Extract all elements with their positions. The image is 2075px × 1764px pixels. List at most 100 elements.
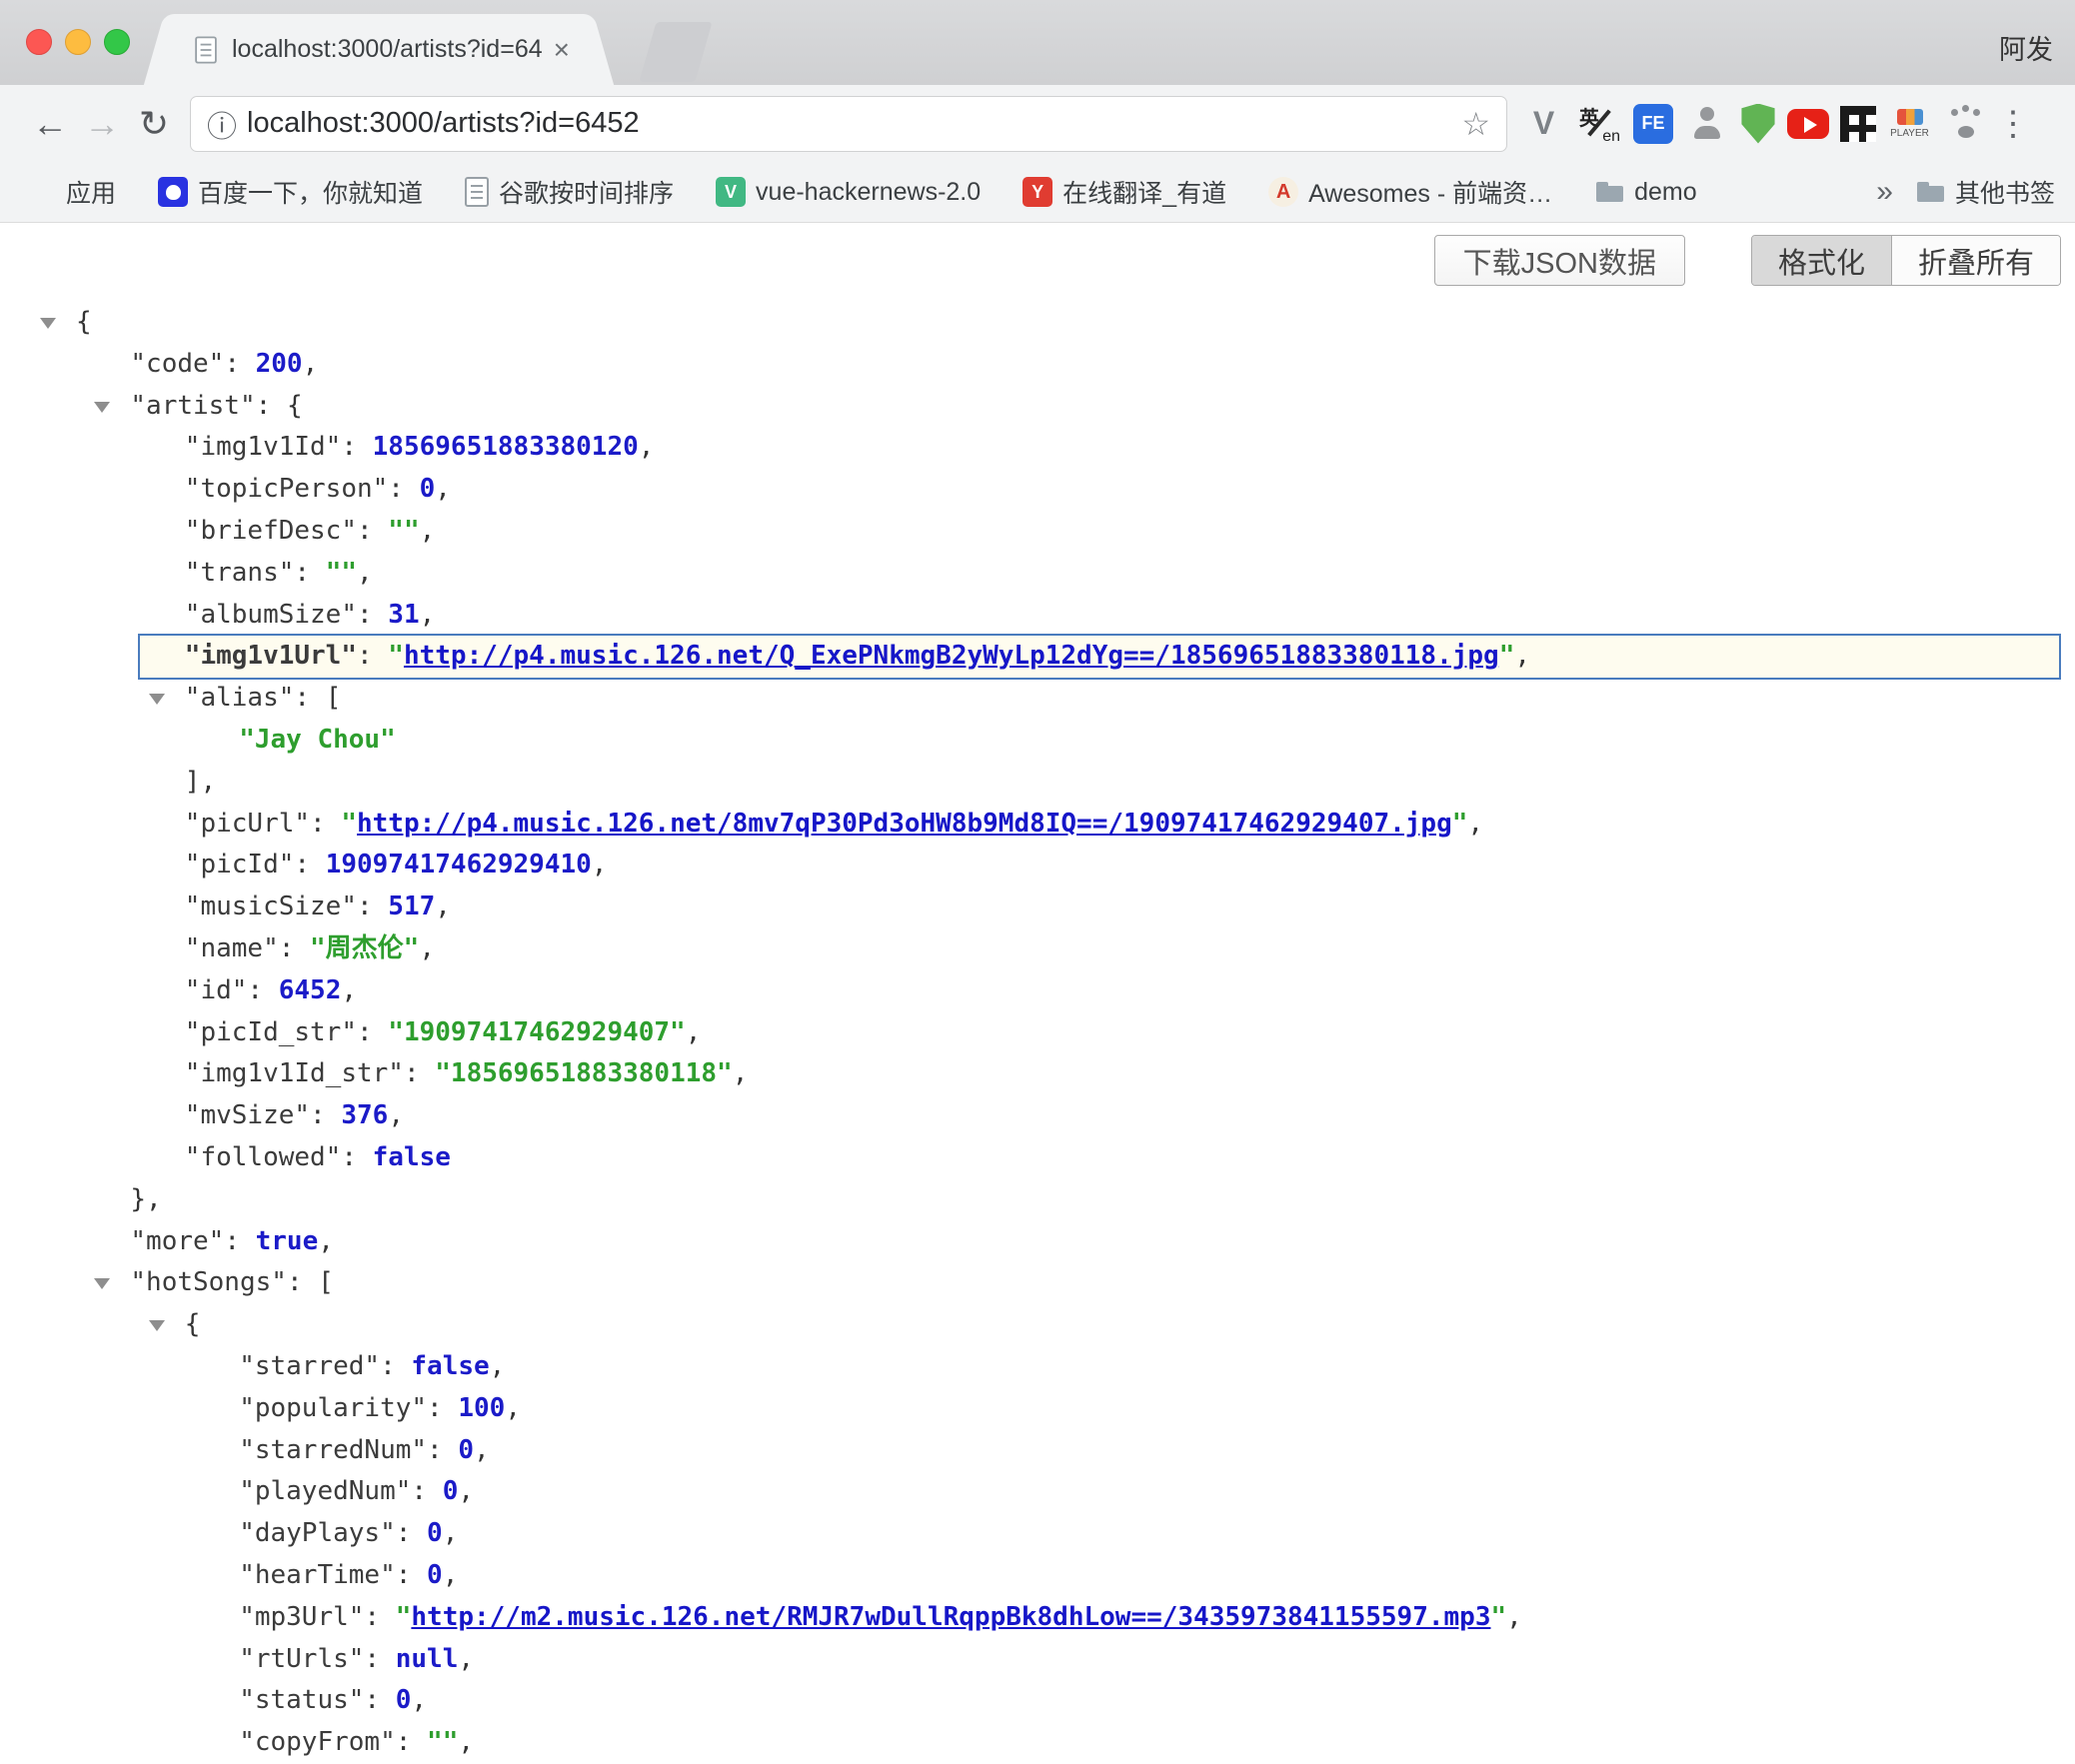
json-token: , (341, 975, 357, 1005)
json-token: , (411, 1685, 427, 1715)
fehelper-icon[interactable]: FE (1633, 104, 1673, 144)
close-window-button[interactable] (26, 29, 52, 55)
paw-icon[interactable] (1943, 101, 1988, 146)
json-token: , (474, 1435, 490, 1465)
tab-close-icon[interactable]: × (554, 34, 570, 66)
new-tab-button[interactable] (639, 22, 712, 82)
browser-toolbar: ← → ↻ ⓘ localhost:3000/artists?id=6452 ☆… (0, 85, 2075, 162)
json-token: : (396, 1560, 427, 1590)
baidu-favicon (158, 177, 188, 207)
download-json-button[interactable]: 下载JSON数据 (1434, 235, 1685, 286)
bookmark-label: Awesomes - 前端资… (1308, 174, 1552, 210)
format-button[interactable]: 格式化 (1752, 236, 1891, 285)
json-token: "code" (130, 349, 224, 379)
json-url-link[interactable]: http://m2.music.126.net/RMJR7wDullRqppBk… (411, 1602, 1490, 1632)
youtube-icon[interactable] (1787, 109, 1829, 139)
json-token: "mvSize" (185, 1100, 310, 1130)
json-token: "Jay Chou" (239, 725, 396, 755)
json-line: }, (0, 1179, 2075, 1221)
bookmark-label: demo (1634, 178, 1697, 207)
bookmark-item[interactable]: 应用 (26, 174, 116, 210)
json-line: "trans": "", (0, 553, 2075, 595)
json-token: , (443, 1518, 459, 1548)
qrcode-icon[interactable] (1840, 106, 1876, 142)
bookmark-star-icon[interactable]: ☆ (1461, 105, 1490, 143)
json-line: "topicPerson": 0, (0, 469, 2075, 511)
address-bar[interactable]: ⓘ localhost:3000/artists?id=6452 ☆ (190, 96, 1507, 152)
json-token: : (357, 891, 388, 921)
person-icon[interactable] (1684, 101, 1729, 146)
bookmark-label: 应用 (66, 174, 116, 210)
json-token: } (130, 1184, 146, 1214)
minimize-window-button[interactable] (65, 29, 91, 55)
json-line: { (0, 1304, 2075, 1346)
json-token: 517 (388, 891, 435, 921)
shield-icon[interactable] (1740, 104, 1776, 144)
bookmark-item[interactable]: demo (1594, 177, 1697, 207)
json-token: 376 (341, 1100, 388, 1130)
reload-icon[interactable]: ↻ (128, 103, 180, 145)
json-token: 200 (256, 349, 303, 379)
json-token: " (1499, 641, 1515, 671)
vimium-icon[interactable]: V (1521, 101, 1566, 146)
json-line: "artist": { (0, 386, 2075, 428)
collapse-toggle-icon[interactable] (94, 402, 110, 413)
json-token: ] (185, 767, 201, 797)
json-token: : (256, 391, 287, 421)
fehelper-icon-glyph: FE (1641, 113, 1664, 134)
maximize-window-button[interactable] (104, 29, 130, 55)
collapse-all-button[interactable]: 折叠所有 (1891, 236, 2060, 285)
json-line: ], (0, 762, 2075, 804)
bookmarks-overflow-icon[interactable]: » (1876, 175, 1893, 209)
json-token: , (420, 600, 436, 630)
url-text[interactable]: localhost:3000/artists?id=6452 (247, 107, 640, 140)
bookmark-item[interactable]: Y在线翻译_有道 (1023, 174, 1226, 210)
json-token: : (341, 432, 372, 462)
json-token: : (294, 683, 325, 713)
bookmark-item[interactable]: AAwesomes - 前端资… (1268, 174, 1552, 210)
json-line: "playedNum": 0, (0, 1471, 2075, 1513)
browser-tab[interactable]: localhost:3000/artists?id=645 × (170, 14, 588, 85)
json-token: "popularity" (239, 1393, 427, 1423)
json-token: { (287, 391, 303, 421)
json-token: : (341, 1142, 372, 1172)
collapse-toggle-icon[interactable] (149, 1320, 165, 1331)
collapse-toggle-icon[interactable] (149, 694, 165, 705)
collapse-toggle-icon[interactable] (40, 318, 56, 329)
json-token: : (357, 516, 388, 546)
translate-icon[interactable]: 英en (1577, 101, 1622, 146)
json-token: "briefDesc" (185, 516, 357, 546)
back-icon[interactable]: ← (24, 103, 76, 145)
json-token: , (146, 1184, 162, 1214)
json-token: , (318, 1226, 334, 1256)
bookmark-item[interactable]: 百度一下，你就知道 (158, 174, 423, 210)
bookmark-item[interactable]: 谷歌按时间排序 (465, 174, 674, 210)
collapse-toggle-icon[interactable] (94, 1278, 110, 1289)
other-bookmarks-button[interactable]: 其他书签 (1915, 174, 2055, 210)
json-token: : (404, 1058, 435, 1088)
profile-name[interactable]: 阿发 (1999, 28, 2053, 67)
json-token: "" (326, 558, 357, 588)
json-line: "hotSongs": [ (0, 1262, 2075, 1304)
player-icon[interactable]: PLAYER (1887, 101, 1932, 146)
json-url-link[interactable]: http://p4.music.126.net/8mv7qP30Pd3oHW8b… (357, 809, 1452, 839)
bookmark-item[interactable]: Vvue-hackernews-2.0 (716, 177, 981, 207)
json-url-link[interactable]: http://p4.music.126.net/Q_ExePNkmgB2yWyL… (404, 641, 1499, 671)
json-token: "hearTime" (239, 1560, 396, 1590)
bookmarks-right: » 其他书签 (1876, 174, 2055, 210)
browser-menu-icon[interactable]: ⋮ (1996, 104, 2026, 144)
tab-title: localhost:3000/artists?id=645 (232, 35, 542, 64)
json-token: : (287, 1267, 318, 1297)
forward-icon[interactable]: → (76, 103, 128, 145)
page-info-icon[interactable]: ⓘ (207, 102, 237, 146)
json-token: 18569651883380120 (373, 432, 639, 462)
json-line: "picUrl": "http://p4.music.126.net/8mv7q… (0, 804, 2075, 846)
json-token: "musicSize" (185, 891, 357, 921)
json-token: , (419, 933, 435, 963)
json-token: "name" (185, 933, 279, 963)
json-token: , (592, 850, 608, 880)
json-token: 6452 (279, 975, 342, 1005)
json-token: "img1v1Url" (185, 641, 357, 671)
json-token: "followed" (185, 1142, 342, 1172)
bookmarks-bar: 应用 百度一下，你就知道 谷歌按时间排序 Vvue-hackernews-2.0 Y在线… (0, 162, 2075, 223)
